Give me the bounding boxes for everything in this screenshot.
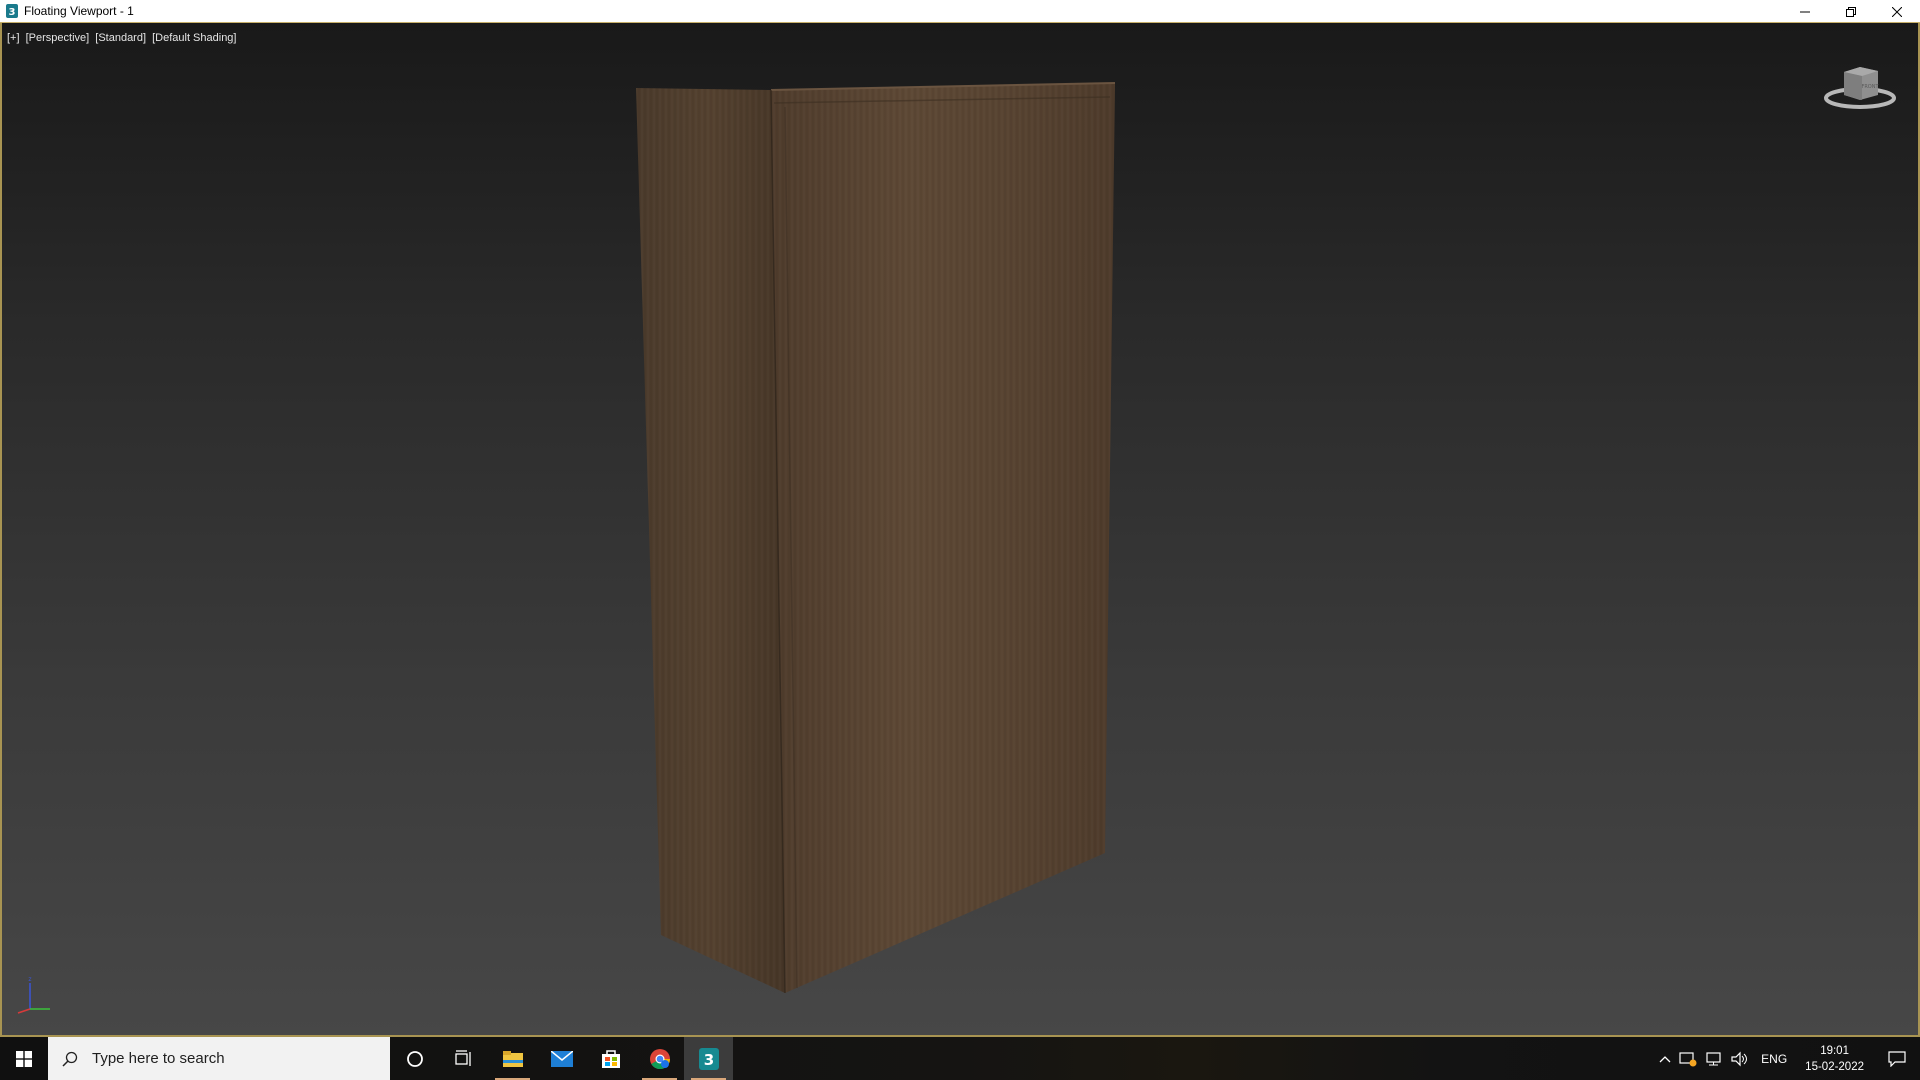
taskbar: Type here to search 3 ENG 19:01 15-02-20…	[0, 1037, 1920, 1080]
svg-text:z: z	[28, 976, 31, 983]
window-titlebar[interactable]: 3 Floating Viewport - 1	[0, 0, 1920, 23]
show-hidden-icons-button[interactable]	[1655, 1037, 1675, 1080]
restore-button[interactable]	[1828, 0, 1874, 23]
input-language-button[interactable]: ENG	[1753, 1052, 1795, 1066]
chrome-button[interactable]	[635, 1037, 684, 1080]
close-icon	[1892, 6, 1902, 17]
task-view-icon	[454, 1049, 471, 1066]
clock-time: 19:01	[1820, 1044, 1849, 1057]
3dsmax-icon: 3	[698, 1047, 719, 1070]
viewport-pov-menu[interactable]: [Perspective]	[26, 32, 90, 44]
svg-text:3: 3	[703, 1051, 713, 1069]
svg-text:3: 3	[9, 7, 16, 18]
windows-update-icon	[1679, 1051, 1697, 1066]
wood-cabinet-model[interactable]	[2, 23, 1920, 1037]
viewport-label-menu[interactable]: [+] [Perspective] [Standard] [Default Sh…	[7, 32, 239, 44]
search-placeholder: Type here to search	[92, 1050, 225, 1067]
file-explorer-button[interactable]	[488, 1037, 537, 1080]
volume-button[interactable]	[1727, 1037, 1753, 1080]
cortana-icon	[406, 1050, 423, 1067]
system-tray: ENG 19:01 15-02-2022	[1655, 1037, 1920, 1080]
axis-tripod-icon: z	[17, 976, 50, 1014]
3dsmax-icon: 3	[4, 3, 20, 19]
chrome-icon	[649, 1048, 670, 1069]
tray-update-button[interactable]	[1675, 1037, 1701, 1080]
viewport-general-menu[interactable]: [+]	[7, 32, 20, 44]
axis-tripod: z	[10, 973, 58, 1021]
action-center-button[interactable]	[1874, 1037, 1920, 1080]
minimize-button[interactable]	[1782, 0, 1828, 23]
start-button[interactable]	[0, 1037, 48, 1080]
viewcube-icon: FRONT	[1824, 67, 1896, 109]
minimize-icon	[1800, 11, 1810, 12]
store-button[interactable]	[586, 1037, 635, 1080]
search-icon	[62, 1051, 78, 1067]
close-button[interactable]	[1874, 0, 1920, 23]
cortana-button[interactable]	[390, 1037, 439, 1080]
chevron-up-icon	[1659, 1055, 1671, 1062]
network-button[interactable]	[1701, 1037, 1727, 1080]
viewport-shading-menu[interactable]: [Default Shading]	[152, 32, 236, 44]
svg-text:FRONT: FRONT	[1861, 84, 1879, 90]
viewcube[interactable]: FRONT	[1820, 58, 1900, 118]
mail-button[interactable]	[537, 1037, 586, 1080]
taskbar-search-box[interactable]: Type here to search	[48, 1037, 390, 1080]
network-icon	[1706, 1051, 1721, 1065]
restore-icon	[1846, 6, 1856, 17]
window-title: Floating Viewport - 1	[24, 4, 134, 18]
windows-logo-icon	[16, 1050, 32, 1067]
speaker-icon	[1731, 1051, 1748, 1066]
clock-button[interactable]: 19:01 15-02-2022	[1795, 1043, 1874, 1075]
notification-icon	[1888, 1050, 1906, 1067]
clock-date: 15-02-2022	[1805, 1060, 1864, 1073]
3dsmax-taskbar-button[interactable]: 3	[684, 1037, 733, 1080]
task-view-button[interactable]	[439, 1037, 488, 1080]
file-explorer-icon	[502, 1050, 523, 1067]
mail-icon	[550, 1050, 573, 1067]
perspective-viewport[interactable]: [+] [Perspective] [Standard] [Default Sh…	[0, 23, 1920, 1037]
viewport-standard-menu[interactable]: [Standard]	[95, 32, 146, 44]
store-icon	[601, 1049, 620, 1068]
